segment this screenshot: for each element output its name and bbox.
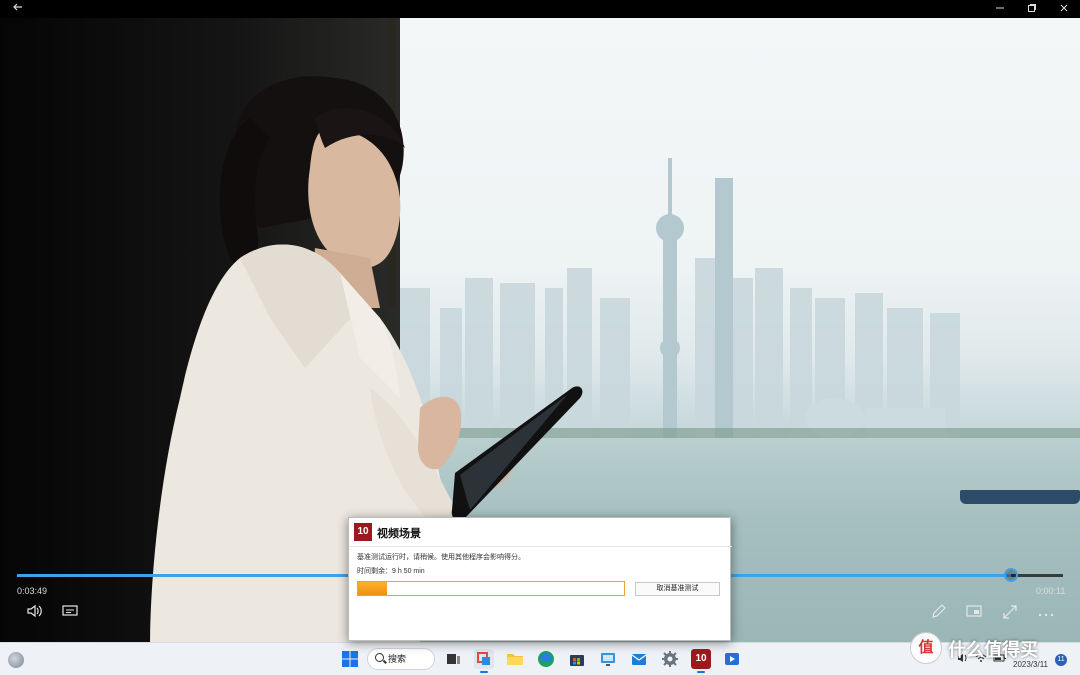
dialog-message: 基准测试运行时，请稍候。使用其他程序会影响得分。: [357, 554, 525, 561]
cargo-ship: [960, 490, 1080, 504]
taskbar-app-edge[interactable]: [536, 649, 556, 669]
media-player-window: 0:03:49 0:00:11 10 视频场景 基准测试运行时，请稍候。使用其他…: [0, 0, 1080, 675]
more-icon: [1038, 613, 1054, 617]
arrow-left-icon: [13, 3, 22, 11]
minimize-button[interactable]: [984, 0, 1016, 18]
watermark-text: 什么值得买: [948, 640, 1038, 660]
search-label: 搜索: [388, 654, 407, 664]
edge-icon: [538, 651, 554, 667]
pencil-icon: [932, 604, 946, 618]
time-remaining: 时间剩余：9 h 50 min: [357, 568, 425, 575]
dialog-divider: [349, 546, 732, 547]
taskbar-app-pcmark[interactable]: 10: [691, 649, 711, 669]
windows-logo-icon: [342, 651, 358, 667]
dialog-title: 视频场景: [377, 528, 421, 540]
subtitles-button[interactable]: [60, 604, 80, 622]
monitor-icon: [601, 653, 615, 666]
benchmark-dialog: 10 视频场景 基准测试运行时，请稍候。使用其他程序会影响得分。 时间剩余：9 …: [348, 517, 732, 641]
close-icon: [1060, 4, 1068, 12]
remaining-time: 0:00:11: [1036, 586, 1066, 596]
mini-player-button[interactable]: [964, 604, 984, 622]
benchmark-progress-fill: [358, 582, 388, 595]
search-icon: [375, 653, 384, 662]
start-button[interactable]: [340, 649, 360, 669]
active-app-indicator: [480, 671, 488, 673]
watermark: 值 什么值得买: [910, 632, 1070, 666]
elapsed-time: 0:03:49: [17, 586, 48, 596]
speaker-icon: [27, 604, 42, 618]
taskbar-app-remote[interactable]: [598, 649, 618, 669]
edit-button[interactable]: [928, 604, 948, 622]
running-app-indicator: [697, 671, 705, 673]
more-options-button[interactable]: [1036, 604, 1056, 622]
minimize-icon: [996, 7, 1004, 9]
volume-button[interactable]: [24, 604, 44, 622]
snipping-tool-icon: [477, 652, 490, 665]
folder-icon: [507, 654, 523, 665]
seek-thumb[interactable]: [1003, 568, 1018, 582]
store-icon: [570, 655, 584, 666]
fullscreen-button[interactable]: [1000, 604, 1020, 622]
taskbar-app-store[interactable]: [567, 649, 587, 669]
taskbar-app-media-player[interactable]: [722, 649, 742, 669]
gear-icon: [662, 651, 678, 667]
task-view-icon: [447, 654, 460, 664]
taskbar-app-settings[interactable]: [660, 649, 680, 669]
title-bar: [0, 0, 1080, 18]
expand-icon: [1003, 605, 1017, 619]
cancel-benchmark-button[interactable]: 取消基准测试: [635, 582, 720, 596]
close-button[interactable]: [1048, 0, 1080, 18]
taskbar-app-file-explorer[interactable]: [505, 649, 525, 669]
taskbar-app-snipping[interactable]: [474, 649, 494, 669]
picture-in-picture-icon: [966, 605, 982, 617]
mail-icon: [631, 654, 647, 665]
subtitles-icon: [62, 605, 78, 616]
taskbar-app-mail[interactable]: [629, 649, 649, 669]
widgets-icon[interactable]: [8, 652, 24, 668]
restore-icon: [1028, 4, 1036, 12]
app-logo: 10: [354, 523, 372, 541]
taskbar-search[interactable]: 搜索: [367, 648, 435, 670]
back-button[interactable]: [2, 0, 34, 18]
restore-button[interactable]: [1016, 0, 1048, 18]
benchmark-progress-bar: [357, 581, 625, 596]
task-view-button[interactable]: [443, 649, 463, 669]
watermark-logo: 值: [910, 632, 942, 664]
media-player-icon: [725, 653, 739, 665]
